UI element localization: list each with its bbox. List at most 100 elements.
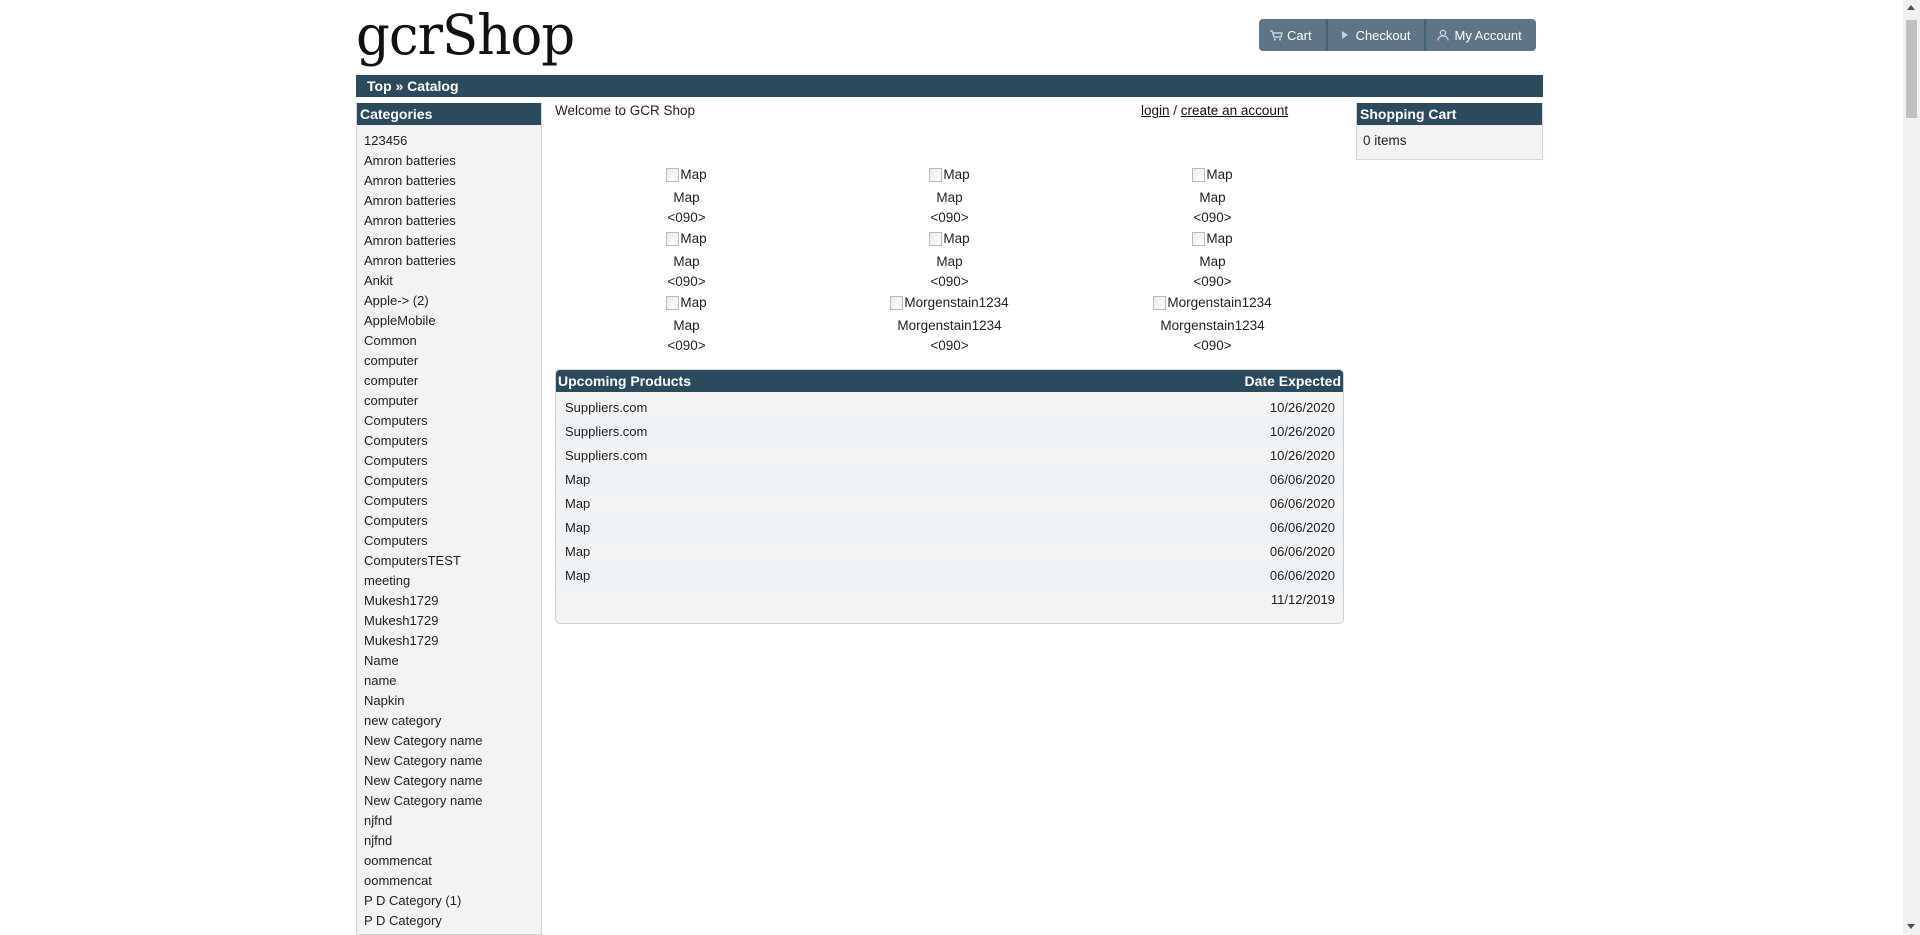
- product-image-alt: Map: [1206, 167, 1233, 182]
- breadcrumb-text[interactable]: Top » Catalog: [356, 78, 459, 94]
- product-name[interactable]: Morgenstain1234: [1081, 316, 1344, 336]
- category-item[interactable]: njfnd: [364, 811, 541, 831]
- category-item[interactable]: Name: [364, 651, 541, 671]
- category-item[interactable]: Amron batteries: [364, 191, 541, 211]
- category-item[interactable]: New Category name: [364, 731, 541, 751]
- my-account-button[interactable]: My Account: [1426, 19, 1536, 51]
- category-item[interactable]: Amron batteries: [364, 151, 541, 171]
- category-item[interactable]: name: [364, 671, 541, 691]
- product-name[interactable]: Map: [1081, 188, 1344, 208]
- product-tile[interactable]: Map Map <090>: [818, 229, 1081, 292]
- category-item[interactable]: computer: [364, 391, 541, 411]
- login-link[interactable]: login: [1141, 103, 1170, 118]
- product-name[interactable]: Map: [818, 188, 1081, 208]
- category-item[interactable]: Computers: [364, 531, 541, 551]
- product-image-alt: Morgenstain1234: [1167, 295, 1272, 310]
- category-item[interactable]: Napkin: [364, 691, 541, 711]
- scrollbar-thumb[interactable]: [1906, 20, 1917, 118]
- shopping-cart-title[interactable]: Shopping Cart: [1357, 103, 1542, 125]
- product-tile[interactable]: Morgenstain1234 Morgenstain1234 <090>: [818, 293, 1081, 356]
- category-item[interactable]: P D Category (1): [364, 891, 541, 911]
- create-account-link[interactable]: create an account: [1181, 103, 1288, 118]
- category-item[interactable]: oommencat: [364, 871, 541, 891]
- upcoming-product-name[interactable]: Map: [565, 468, 590, 492]
- category-item[interactable]: Mukesh1729: [364, 611, 541, 631]
- site-logo[interactable]: gcrShop: [356, 2, 575, 69]
- product-tile[interactable]: Map Map <090>: [1081, 165, 1344, 228]
- cart-button[interactable]: Cart: [1259, 19, 1328, 51]
- category-item[interactable]: new category: [364, 711, 541, 731]
- product-price: <090>: [930, 274, 969, 289]
- triangle-right-icon: [1338, 28, 1352, 42]
- product-image[interactable]: Map: [929, 229, 970, 249]
- upcoming-product-name[interactable]: Suppliers.com: [565, 396, 647, 420]
- category-item[interactable]: Apple-> (2): [364, 291, 541, 311]
- product-image-alt: Map: [943, 231, 970, 246]
- category-item[interactable]: Computers: [364, 491, 541, 511]
- category-item[interactable]: ComputersTEST: [364, 551, 541, 571]
- account-links: login / create an account: [1141, 103, 1288, 118]
- product-tile[interactable]: Map Map <090>: [555, 293, 818, 356]
- scroll-down-arrow-icon[interactable]: [1907, 924, 1915, 929]
- upcoming-product-date: 06/06/2020: [1269, 544, 1335, 559]
- my-account-label: My Account: [1454, 27, 1522, 43]
- upcoming-product-name[interactable]: Suppliers.com: [565, 444, 647, 468]
- product-tile[interactable]: Map Map <090>: [555, 229, 818, 292]
- broken-image-icon: [666, 296, 680, 310]
- category-item[interactable]: Mukesh1729: [364, 631, 541, 651]
- upcoming-product-name[interactable]: Map: [565, 492, 590, 516]
- category-item[interactable]: New Category name: [364, 771, 541, 791]
- product-tile[interactable]: Morgenstain1234 Morgenstain1234 <090>: [1081, 293, 1344, 356]
- category-item[interactable]: Ankit: [364, 271, 541, 291]
- category-item[interactable]: computer: [364, 371, 541, 391]
- category-item[interactable]: New Category name: [364, 791, 541, 811]
- category-item[interactable]: Common: [364, 331, 541, 351]
- upcoming-product-name[interactable]: Suppliers.com: [565, 420, 647, 444]
- product-name[interactable]: Map: [555, 188, 818, 208]
- scroll-up-arrow-icon[interactable]: [1907, 5, 1915, 10]
- category-item[interactable]: meeting: [364, 571, 541, 591]
- product-image[interactable]: Map: [1192, 165, 1233, 185]
- product-image[interactable]: Map: [666, 229, 707, 249]
- category-item[interactable]: njfnd: [364, 831, 541, 851]
- category-item[interactable]: Amron batteries: [364, 251, 541, 271]
- category-item[interactable]: Computers: [364, 431, 541, 451]
- product-image[interactable]: Morgenstain1234: [890, 293, 1009, 313]
- upcoming-product-name[interactable]: Map: [565, 540, 590, 564]
- product-image[interactable]: Map: [1192, 229, 1233, 249]
- category-item[interactable]: Computers: [364, 411, 541, 431]
- product-image[interactable]: Map: [666, 293, 707, 313]
- upcoming-product-name[interactable]: Map: [565, 564, 590, 588]
- product-name[interactable]: Map: [555, 252, 818, 272]
- category-item[interactable]: 123456: [364, 131, 541, 151]
- category-item[interactable]: Computers: [364, 471, 541, 491]
- product-name[interactable]: Map: [555, 316, 818, 336]
- category-item[interactable]: Computers: [364, 511, 541, 531]
- category-item[interactable]: P D Category: [364, 911, 541, 931]
- product-tile[interactable]: Map Map <090>: [555, 165, 818, 228]
- product-image-alt: Map: [680, 167, 707, 182]
- upcoming-product-row: Map 06/06/2020: [556, 516, 1343, 540]
- product-tile[interactable]: Map Map <090>: [1081, 229, 1344, 292]
- product-tile[interactable]: Map Map <090>: [818, 165, 1081, 228]
- category-item[interactable]: Computers: [364, 451, 541, 471]
- category-item[interactable]: computer: [364, 351, 541, 371]
- vertical-scrollbar[interactable]: [1903, 0, 1920, 935]
- category-item[interactable]: oommencat: [364, 851, 541, 871]
- product-image[interactable]: Morgenstain1234: [1153, 293, 1272, 313]
- checkout-button[interactable]: Checkout: [1327, 19, 1427, 51]
- product-image[interactable]: Map: [666, 165, 707, 185]
- product-name[interactable]: Morgenstain1234: [818, 316, 1081, 336]
- product-name[interactable]: Map: [818, 252, 1081, 272]
- product-image[interactable]: Map: [929, 165, 970, 185]
- category-item[interactable]: Amron batteries: [364, 231, 541, 251]
- category-item[interactable]: Mukesh1729: [364, 591, 541, 611]
- upcoming-product-name[interactable]: Map: [565, 516, 590, 540]
- category-item[interactable]: Amron batteries: [364, 211, 541, 231]
- categories-title: Categories: [357, 103, 541, 125]
- category-item[interactable]: Amron batteries: [364, 171, 541, 191]
- product-name[interactable]: Map: [1081, 252, 1344, 272]
- upcoming-product-date: 10/26/2020: [1269, 448, 1335, 463]
- category-item[interactable]: AppleMobile: [364, 311, 541, 331]
- category-item[interactable]: New Category name: [364, 751, 541, 771]
